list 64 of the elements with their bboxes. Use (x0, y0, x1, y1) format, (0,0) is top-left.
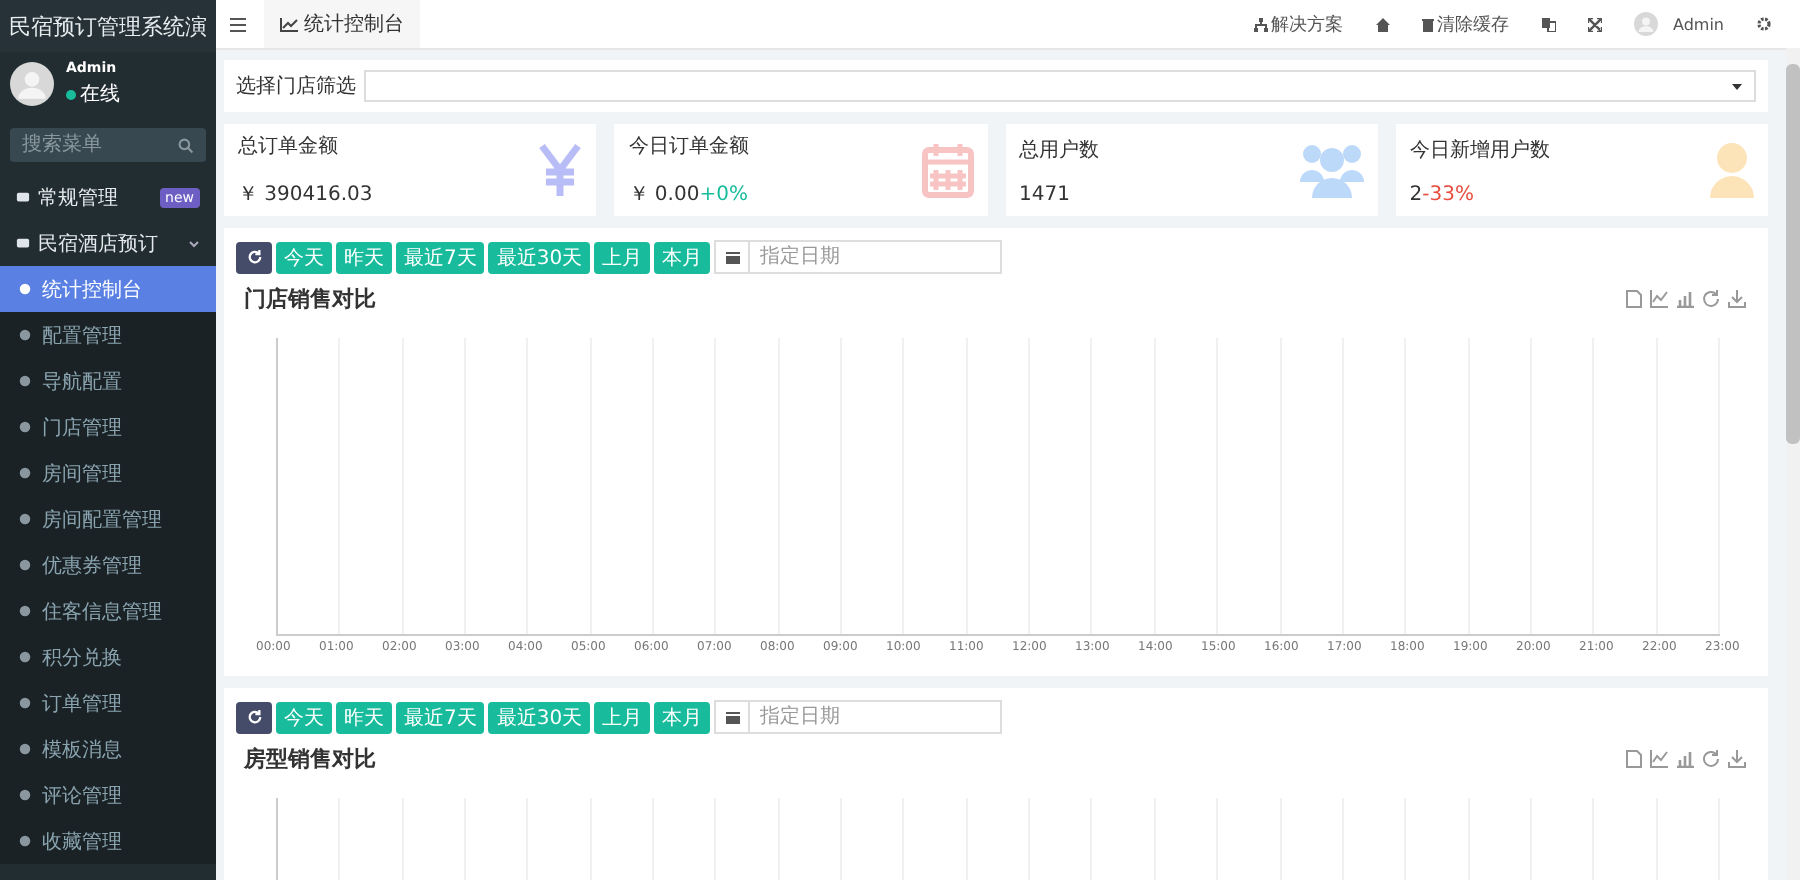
menu-item[interactable]: 评论管理 (0, 772, 216, 818)
calendar-addon[interactable] (714, 240, 751, 274)
menu-search-field[interactable]: 搜索菜单 (10, 128, 206, 162)
menu-item[interactable]: 门店管理 (0, 404, 216, 450)
menu-item[interactable]: 订单管理 (0, 680, 216, 726)
user-name[interactable]: Admin (1673, 15, 1724, 33)
chart-title: 门店销售对比 (244, 284, 376, 314)
date-field[interactable]: 指定日期 (750, 240, 1003, 274)
menu-item[interactable]: 住客信息管理 (0, 588, 216, 634)
download-icon[interactable] (1728, 750, 1746, 768)
stat-label: 总用户数 (1019, 137, 1101, 163)
download-icon[interactable] (1728, 290, 1746, 308)
refresh-icon[interactable] (1702, 750, 1720, 768)
line-chart-icon[interactable] (1650, 290, 1668, 308)
calendar-icon (725, 710, 740, 724)
user-status: 在线 (66, 80, 120, 108)
bar-chart-icon[interactable] (1676, 290, 1694, 308)
menu-item[interactable]: 统计控制台 (0, 266, 216, 312)
stat-label: 总订单金额 (238, 133, 340, 160)
refresh-icon (247, 250, 261, 264)
solution-link[interactable]: 解决方案 (1253, 11, 1343, 37)
avatar-icon (10, 62, 54, 106)
stat-value: ￥ 390416.03 (238, 182, 375, 208)
refresh-button[interactable] (236, 701, 272, 733)
sitemap-icon (1253, 17, 1267, 31)
stat-label: 今日新增用户数 (1409, 137, 1552, 163)
search-icon (178, 137, 194, 153)
document-icon[interactable] (1626, 290, 1642, 308)
avatar-icon[interactable] (1633, 12, 1657, 36)
line-chart-icon[interactable] (1650, 750, 1668, 768)
bar-chart-icon[interactable] (1676, 750, 1694, 768)
menu-item[interactable]: 导航配置 (0, 358, 216, 404)
dropdown-caret-icon (1732, 83, 1742, 89)
menu-item[interactable]: 房间配置管理 (0, 496, 216, 542)
page-tab[interactable]: 统计控制台 (264, 0, 420, 48)
menu-item[interactable]: 房间管理 (0, 450, 216, 496)
menu-item[interactable]: 模板消息 (0, 726, 216, 772)
chart-icon (280, 17, 298, 31)
chart-title: 房型销售对比 (244, 744, 376, 774)
refresh-button[interactable] (236, 241, 272, 273)
document-icon[interactable] (1626, 750, 1642, 768)
fullscreen-icon[interactable] (1587, 17, 1601, 31)
menu-item[interactable]: 配置管理 (0, 312, 216, 358)
menu-item[interactable]: 收藏管理 (0, 818, 216, 864)
refresh-icon (247, 710, 261, 724)
app-title: 民宿预订管理系统演 (0, 0, 216, 52)
filter-label: 选择门店筛选 (236, 73, 356, 100)
settings-icon[interactable] (1756, 16, 1772, 32)
calendar-icon (725, 250, 740, 264)
stat-value: ￥ 0.00+0% (628, 182, 750, 208)
stat-label: 今日订单金额 (628, 133, 751, 160)
scrollbar-thumb[interactable] (1786, 64, 1800, 444)
calendar-addon[interactable] (714, 700, 751, 734)
refresh-icon[interactable] (1702, 290, 1720, 308)
trash-icon (1421, 17, 1433, 31)
menu-item[interactable]: 优惠券管理 (0, 542, 216, 588)
translate-icon[interactable] (1541, 17, 1555, 31)
caret-icon (188, 237, 200, 249)
stat-value: 2-33% (1409, 183, 1476, 205)
stat-value: 1471 (1019, 183, 1072, 205)
clear-cache-button[interactable]: 清除缓存 (1421, 11, 1509, 37)
date-field[interactable]: 指定日期 (750, 700, 1003, 734)
home-icon[interactable] (1375, 17, 1389, 31)
menu-item[interactable]: 积分兑换 (0, 634, 216, 680)
